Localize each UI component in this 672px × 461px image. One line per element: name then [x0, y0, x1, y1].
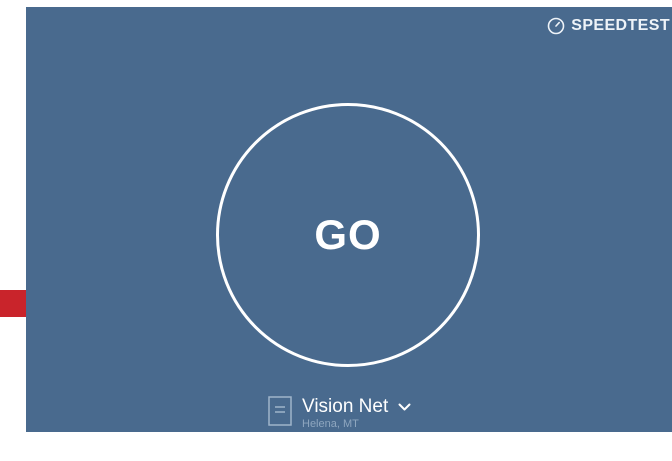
server-selector[interactable]: Vision Net Helena, MT: [268, 396, 411, 431]
speedtest-panel: SPEEDTEST GO Vision Net Helena, MT: [26, 7, 672, 432]
server-location: Helena, MT: [302, 418, 359, 430]
go-label: GO: [314, 211, 382, 258]
brand-name: SPEEDTEST: [571, 17, 670, 34]
brand-logo: SPEEDTEST: [547, 17, 670, 35]
chevron-down-icon[interactable]: [398, 403, 411, 412]
speedtest-page: SPEEDTEST GO Vision Net Helena, MT: [0, 0, 672, 461]
red-marker: [0, 290, 26, 317]
server-name: Vision Net: [302, 396, 389, 417]
server-info: Vision Net Helena, MT: [302, 396, 411, 431]
go-button[interactable]: GO: [216, 103, 480, 367]
server-icon: [268, 396, 292, 426]
speedometer-icon: [547, 17, 565, 35]
server-dropdown[interactable]: Vision Net: [302, 396, 411, 418]
